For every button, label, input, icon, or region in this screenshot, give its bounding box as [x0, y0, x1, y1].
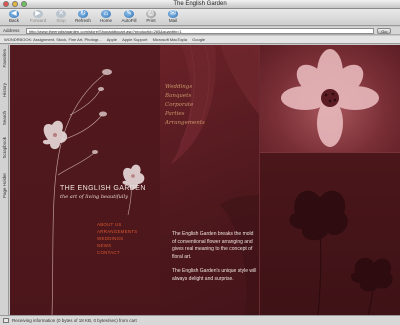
- favorites-bar: WONDRBOOK: Assignment, Stock, Fine Art, …: [0, 36, 400, 44]
- address-label: Address: [3, 28, 20, 33]
- site-logo-title[interactable]: THE ENGLISH GARDEN: [60, 185, 146, 192]
- sidebar-tab-page-holder[interactable]: Page Holder: [1, 173, 8, 198]
- arrow-right-icon: ▶: [33, 10, 43, 18]
- tagline: Corporate: [165, 102, 194, 108]
- print-button-label: Print: [146, 18, 156, 23]
- mail-button-label: Mail: [168, 18, 178, 23]
- intro-paragraph: The English Garden breaks the mold of co…: [172, 231, 254, 260]
- anemone-flower-image: [281, 49, 379, 147]
- stop-icon: ✕: [56, 10, 66, 18]
- panel-divider: [260, 152, 400, 153]
- nav-link-contact[interactable]: CONTACT: [97, 249, 137, 256]
- url-field[interactable]: http://www.theenglishgarden.com/store/Sh…: [26, 28, 374, 34]
- explorer-sidebar: Favorites History Search Scrapbook Page …: [0, 45, 9, 315]
- tagline: Banquets: [165, 93, 192, 99]
- forward-button[interactable]: ▶ Forward: [27, 10, 49, 25]
- address-bar: Address http://www.theenglishgarden.com/…: [0, 27, 400, 35]
- flower-photo: [260, 45, 400, 152]
- go-button[interactable]: Go: [377, 28, 391, 34]
- forward-button-label: Forward: [29, 18, 47, 23]
- stop-button[interactable]: ✕ Stop: [50, 10, 72, 25]
- panel-divider: [259, 45, 260, 315]
- mail-button[interactable]: ✉ Mail: [162, 10, 184, 25]
- status-text: Receiving information (0 bytes of 18 KB,…: [12, 318, 137, 323]
- favorite-link[interactable]: WONDRBOOK: Assignment, Stock, Fine Art, …: [4, 37, 102, 42]
- mail-icon: ✉: [168, 10, 178, 18]
- browser-toolbar: ◀ Back ▶ Forward ✕ Stop ↻ Refresh ⌂ Home…: [0, 9, 400, 26]
- nav-link-about-us[interactable]: ABOUT US: [97, 221, 137, 228]
- stop-button-label: Stop: [56, 18, 66, 23]
- left-panel: [10, 45, 160, 315]
- globe-icon: [3, 318, 9, 323]
- intro-text: The English Garden breaks the mold of co…: [172, 231, 257, 290]
- refresh-button[interactable]: ↻ Refresh: [72, 10, 94, 25]
- service-taglines: Weddings Banquets Corporate Parties Arra…: [165, 83, 255, 128]
- intro-paragraph: The English Garden's unique style will a…: [172, 268, 257, 282]
- back-button[interactable]: ◀ Back: [3, 10, 25, 25]
- favorite-link[interactable]: Apple Support: [122, 37, 147, 42]
- site-logo-subtitle: the art of living beautifully: [60, 194, 128, 200]
- orchid-illustration: [42, 69, 145, 315]
- autofill-button[interactable]: ✎ AutoFill: [118, 10, 140, 25]
- home-button[interactable]: ⌂ Home: [95, 10, 117, 25]
- web-page: Weddings Banquets Corporate Parties Arra…: [10, 45, 400, 315]
- sidebar-tab-search[interactable]: Search: [1, 111, 8, 125]
- window-titlebar: The English Garden: [0, 0, 400, 9]
- refresh-icon: ↻: [78, 10, 88, 18]
- window-title: The English Garden: [173, 1, 227, 7]
- nav-link-arrangements[interactable]: ARRANGEMENTS: [97, 228, 137, 235]
- bottom-right-panel: [260, 153, 400, 315]
- autofill-icon: ✎: [124, 10, 134, 18]
- sidebar-tab-favorites[interactable]: Favorites: [1, 49, 8, 68]
- nav-link-weddings[interactable]: WEDDINGS: [97, 235, 137, 242]
- print-button[interactable]: ⎙ Print: [140, 10, 162, 25]
- arrow-left-icon: ◀: [9, 10, 19, 18]
- tagline: Arrangements: [165, 120, 205, 126]
- favorite-link[interactable]: Apple: [107, 37, 117, 42]
- sidebar-tab-scrapbook[interactable]: Scrapbook: [1, 137, 8, 159]
- favorite-link[interactable]: Google: [192, 37, 205, 42]
- back-button-label: Back: [8, 18, 19, 23]
- favorite-link[interactable]: Microsoft MacTopia: [153, 37, 187, 42]
- status-bar: Receiving information (0 bytes of 18 KB,…: [0, 315, 400, 325]
- site-navigation: ABOUT US ARRANGEMENTS WEDDINGS NEWS CONT…: [97, 221, 137, 256]
- autofill-button-label: AutoFill: [121, 18, 137, 23]
- home-icon: ⌂: [101, 10, 111, 18]
- tagline: Parties: [165, 111, 185, 117]
- sidebar-tab-history[interactable]: History: [1, 83, 8, 97]
- nav-link-news[interactable]: NEWS: [97, 242, 137, 249]
- dark-flower-image: [289, 190, 393, 315]
- refresh-button-label: Refresh: [75, 18, 91, 23]
- print-icon: ⎙: [146, 10, 156, 18]
- home-button-label: Home: [99, 18, 112, 23]
- tagline: Weddings: [165, 84, 193, 90]
